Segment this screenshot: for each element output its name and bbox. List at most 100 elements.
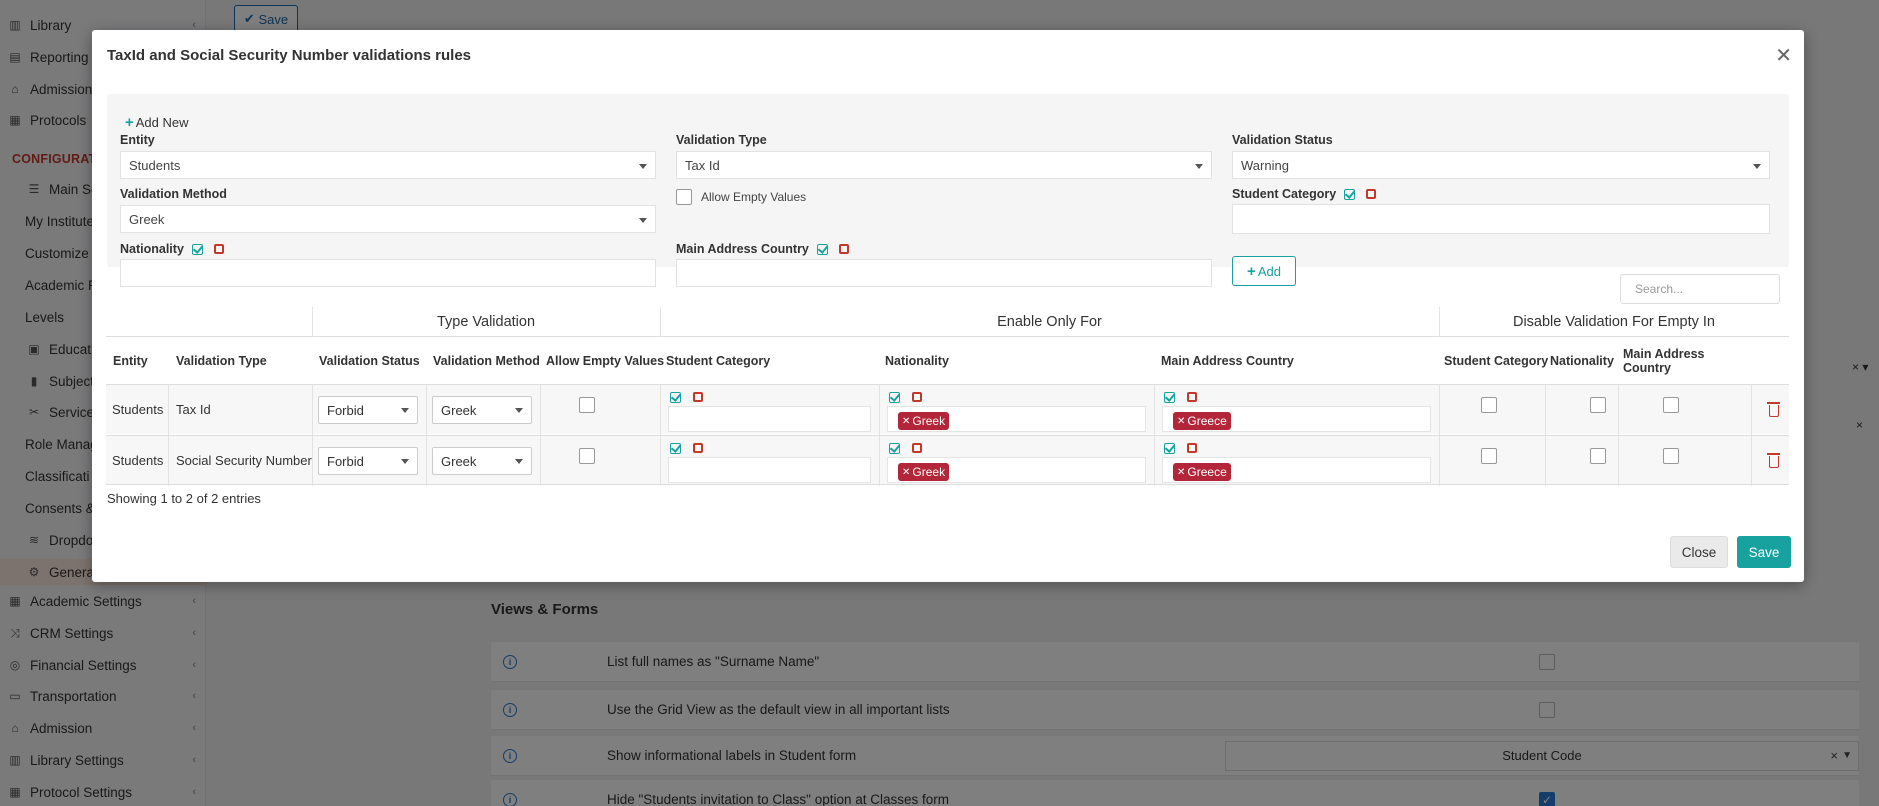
row-disable-nationality-checkbox[interactable] (1590, 448, 1606, 464)
plus-icon: + (1247, 262, 1256, 280)
student-category-input[interactable] (1232, 204, 1770, 234)
cell-entity: Students (112, 402, 164, 417)
remove-tag-icon[interactable]: ✕ (902, 416, 910, 427)
select-all-icon[interactable] (1164, 392, 1175, 403)
deselect-all-icon[interactable] (693, 443, 703, 453)
row-main-address-country-input[interactable]: ✕ Greece (1162, 406, 1431, 432)
cell-validation-type: Social Security Number (176, 453, 312, 468)
col-student-category[interactable]: Student Category (666, 354, 770, 368)
row-disable-category-checkbox[interactable] (1481, 397, 1497, 413)
remove-tag-icon[interactable]: ✕ (1177, 416, 1185, 427)
remove-tag-icon[interactable]: ✕ (1177, 467, 1185, 478)
remove-tag-icon[interactable]: ✕ (902, 467, 910, 478)
validation-rules-modal: TaxId and Social Security Number validat… (92, 30, 1804, 582)
select-all-icon[interactable] (889, 443, 900, 454)
row-status-select[interactable]: Forbid (318, 396, 418, 424)
nationality-tag: ✕ Greek (898, 463, 950, 481)
row-disable-country-checkbox[interactable] (1663, 448, 1679, 464)
main-address-country-label-group: Main Address Country (676, 242, 849, 256)
row-disable-category-checkbox[interactable] (1481, 448, 1497, 464)
caret-down-icon (515, 408, 523, 413)
trash-icon[interactable] (1767, 453, 1780, 468)
caret-down-icon (515, 459, 523, 464)
divider (660, 436, 661, 486)
close-icon[interactable]: ✕ (1775, 43, 1792, 68)
select-all-icon[interactable] (816, 243, 828, 255)
main-address-country-input[interactable] (676, 259, 1212, 287)
table-row: Students Tax Id Forbid Greek ✕ Greek ✕ Gre… (106, 384, 1789, 435)
group-type-validation: Type Validation (312, 307, 660, 337)
validation-status-select[interactable]: Warning (1232, 151, 1770, 179)
select-all-icon[interactable] (1344, 188, 1356, 200)
divider (1751, 436, 1752, 486)
row-student-category-input[interactable] (668, 457, 871, 483)
validation-type-label: Validation Type (676, 133, 767, 147)
deselect-all-icon[interactable] (1366, 189, 1377, 199)
deselect-all-icon[interactable] (912, 392, 922, 402)
col-disable-nationality[interactable]: Nationality (1550, 354, 1614, 368)
close-button[interactable]: Close (1670, 536, 1728, 568)
row-method-select[interactable]: Greek (432, 447, 532, 475)
select-all-icon[interactable] (1164, 443, 1175, 454)
col-validation-status[interactable]: Validation Status (319, 354, 420, 368)
validation-method-select[interactable]: Greek (120, 205, 656, 233)
row-disable-nationality-checkbox[interactable] (1590, 397, 1606, 413)
divider (1439, 307, 1440, 337)
add-new-link[interactable]: + Add New (125, 114, 189, 131)
nationality-input[interactable] (120, 259, 656, 287)
row-nationality-input[interactable]: ✕ Greek (887, 457, 1146, 483)
group-enable-only-for: Enable Only For (660, 307, 1439, 337)
row-status-select[interactable]: Forbid (318, 447, 418, 475)
allow-empty-group: Allow Empty Values (676, 189, 806, 205)
divider (1154, 385, 1155, 435)
deselect-all-icon[interactable] (213, 244, 224, 254)
divider (168, 385, 169, 435)
divider (1545, 436, 1546, 486)
validation-type-select[interactable]: Tax Id (676, 151, 1212, 179)
caret-down-icon (1753, 164, 1761, 169)
save-button[interactable]: Save (1737, 536, 1791, 568)
divider (660, 307, 661, 337)
col-entity[interactable]: Entity (113, 354, 148, 368)
divider (1545, 385, 1546, 435)
entity-select[interactable]: Students (120, 151, 656, 179)
col-disable-main-address-country[interactable]: Main Address Country (1623, 347, 1713, 375)
col-disable-student-category[interactable]: Student Category (1444, 354, 1548, 368)
row-disable-country-checkbox[interactable] (1663, 397, 1679, 413)
deselect-all-icon[interactable] (1187, 392, 1197, 402)
select-all-icon[interactable] (191, 243, 203, 255)
add-new-panel: + Add New Entity Students Validation Type… (107, 94, 1789, 287)
nationality-label-group: Nationality (120, 242, 224, 256)
caret-down-icon (401, 459, 409, 464)
col-allow-empty[interactable]: Allow Empty Values (546, 354, 664, 368)
deselect-all-icon[interactable] (1187, 443, 1197, 453)
divider (1439, 385, 1440, 435)
divider (312, 307, 313, 337)
row-allow-empty-checkbox[interactable] (579, 397, 595, 413)
modal-title: TaxId and Social Security Number validat… (107, 47, 471, 64)
row-method-select[interactable]: Greek (432, 396, 532, 424)
table-info: Showing 1 to 2 of 2 entries (107, 491, 261, 506)
deselect-all-icon[interactable] (693, 392, 703, 402)
search-input[interactable]: Search... (1620, 274, 1780, 304)
deselect-all-icon[interactable] (838, 244, 849, 254)
select-all-icon[interactable] (670, 392, 681, 403)
col-validation-method[interactable]: Validation Method (433, 354, 540, 368)
caret-down-icon (639, 164, 647, 169)
deselect-all-icon[interactable] (912, 443, 922, 453)
row-allow-empty-checkbox[interactable] (579, 448, 595, 464)
allow-empty-checkbox[interactable] (676, 189, 692, 205)
row-main-address-country-input[interactable]: ✕ Greece (1162, 457, 1431, 483)
col-validation-type[interactable]: Validation Type (176, 354, 267, 368)
row-nationality-input[interactable]: ✕ Greek (887, 406, 1146, 432)
row-student-category-input[interactable] (668, 406, 871, 432)
col-nationality[interactable]: Nationality (885, 354, 949, 368)
col-main-address-country[interactable]: Main Address Country (1161, 354, 1294, 368)
validation-method-label: Validation Method (120, 187, 227, 201)
select-all-icon[interactable] (889, 392, 900, 403)
trash-icon[interactable] (1767, 402, 1780, 417)
divider (426, 385, 427, 435)
divider (312, 385, 313, 435)
select-all-icon[interactable] (670, 443, 681, 454)
add-rule-button[interactable]: + Add (1232, 256, 1296, 286)
